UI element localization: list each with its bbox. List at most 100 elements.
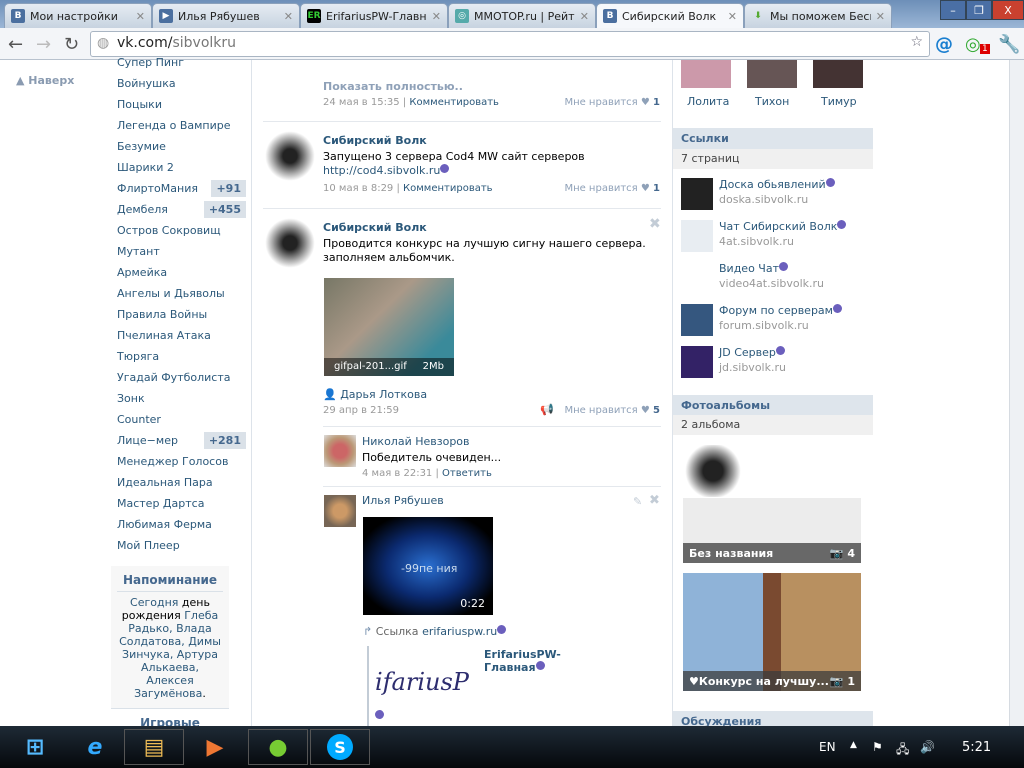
- reply-link[interactable]: Ответить: [442, 468, 492, 479]
- wolf-avatar[interactable]: [265, 131, 315, 181]
- app-menu-item[interactable]: Мутант: [111, 241, 246, 262]
- flag-icon[interactable]: ⚑: [872, 740, 883, 754]
- like-button[interactable]: Мне нравится ♥ 1: [564, 97, 660, 108]
- close-tab-icon[interactable]: ✕: [136, 10, 145, 23]
- friend-name[interactable]: Лолита: [687, 95, 729, 108]
- scrollbar[interactable]: [1009, 60, 1024, 726]
- link-preview[interactable]: ErifariusPW-Главная ifariusP: [367, 646, 607, 726]
- like-button[interactable]: Мне нравится ♥ 5: [564, 405, 660, 416]
- notification-count[interactable]: +281: [203, 432, 246, 449]
- network-icon[interactable]: 🖧: [896, 740, 909, 761]
- link-name[interactable]: Видео Чат: [719, 262, 779, 275]
- app-menu-item[interactable]: Любимая Ферма: [111, 514, 246, 535]
- commenter-avatar[interactable]: [324, 495, 356, 527]
- link-name[interactable]: JD Сервер: [719, 346, 776, 359]
- app-menu-item[interactable]: Супер Пинг: [111, 52, 246, 73]
- app-menu-item[interactable]: Counter: [111, 409, 246, 430]
- app-menu-item[interactable]: Менеджер Голосов: [111, 451, 246, 472]
- close-tab-icon[interactable]: ✕: [728, 10, 737, 23]
- link-item[interactable]: Видео Чат video4at.sibvolk.ru: [681, 262, 871, 296]
- app-menu-item[interactable]: Тюряга: [111, 346, 246, 367]
- album-card[interactable]: ♥Конкурс на лучшу... 📷 1: [683, 573, 861, 691]
- comment-author[interactable]: Илья Рябушев: [362, 494, 444, 507]
- link-item[interactable]: JD Сервер jd.sibvolk.ru: [681, 346, 871, 380]
- post-link[interactable]: http://cod4.sibvolk.ru: [323, 164, 440, 177]
- language-indicator[interactable]: EN: [819, 740, 836, 754]
- comment-link[interactable]: Комментировать: [409, 97, 499, 108]
- commenter-avatar[interactable]: [324, 435, 356, 467]
- app-menu-item[interactable]: Мой Плеер: [111, 535, 246, 556]
- app-menu-item[interactable]: Шарики 2: [111, 157, 246, 178]
- link-name[interactable]: Форум по серверам: [719, 304, 833, 317]
- app-menu-item[interactable]: Лице−мер +281: [111, 430, 246, 451]
- preview-title[interactable]: ErifariusPW-Главная: [484, 648, 561, 674]
- wrench-icon[interactable]: 🔧: [998, 34, 1020, 55]
- app-menu-item[interactable]: Правила Войны: [111, 304, 246, 325]
- comment-author[interactable]: Николай Невзоров: [362, 435, 470, 448]
- mail-icon[interactable]: @: [935, 34, 953, 55]
- link-item[interactable]: Форум по серверам forum.sibvolk.ru: [681, 304, 871, 338]
- app-menu-item[interactable]: Идеальная Пара: [111, 472, 246, 493]
- link-item[interactable]: Чат Сибирский Волк 4at.sibvolk.ru: [681, 220, 871, 254]
- ie-icon[interactable]: e: [65, 729, 125, 765]
- delete-comment-icon[interactable]: ✖: [649, 493, 660, 508]
- album-card[interactable]: Без названия 📷 4: [683, 445, 861, 563]
- delete-post-icon[interactable]: ✖: [649, 216, 661, 232]
- friend-name[interactable]: Тихон: [755, 95, 789, 108]
- extension-icon[interactable]: ◎: [965, 34, 981, 55]
- app-icon[interactable]: ●: [248, 729, 308, 765]
- back-icon[interactable]: ←: [8, 34, 23, 55]
- star-icon[interactable]: ☆: [910, 34, 923, 50]
- friend-photo[interactable]: [747, 60, 797, 88]
- friend-photo[interactable]: [681, 60, 731, 88]
- app-menu-item[interactable]: Остров Сокровищ: [111, 220, 246, 241]
- app-menu-item[interactable]: Безумие: [111, 136, 246, 157]
- volume-icon[interactable]: 🔊: [920, 740, 935, 754]
- gif-attachment[interactable]: gifpal-201...gif 2Mb: [324, 278, 454, 376]
- tab-my-settings[interactable]: B Мои настройки ✕: [4, 3, 152, 28]
- media-player-icon[interactable]: ▶: [185, 729, 245, 765]
- notification-count[interactable]: +455: [203, 201, 246, 218]
- explorer-icon[interactable]: ▤: [124, 729, 184, 765]
- app-menu-item[interactable]: Дембеля +455: [111, 199, 246, 220]
- friend-name[interactable]: Тимур: [821, 95, 857, 108]
- app-menu-item[interactable]: Угадай Футболиста: [111, 367, 246, 388]
- app-menu-item[interactable]: Зонк: [111, 388, 246, 409]
- close-window-button[interactable]: X: [992, 0, 1024, 20]
- app-menu-item[interactable]: Поцыки: [111, 94, 246, 115]
- tab-erifarius[interactable]: ER ErifariusPW-Главн ✕: [300, 3, 448, 28]
- show-full-link[interactable]: Показать полностью..: [323, 80, 463, 93]
- post-author[interactable]: Сибирский Волк: [323, 221, 427, 234]
- start-button[interactable]: ⊞: [5, 729, 65, 765]
- link-item[interactable]: Доска обьявлений doska.sibvolk.ru: [681, 178, 871, 212]
- clock[interactable]: 5:21: [962, 740, 991, 755]
- close-tab-icon[interactable]: ✕: [284, 10, 293, 23]
- forward-icon[interactable]: →: [36, 34, 51, 55]
- app-menu-item[interactable]: Армейка: [111, 262, 246, 283]
- tab-mmotop[interactable]: ◎ MMOTOP.ru | Рейт ✕: [448, 3, 596, 28]
- wolf-avatar[interactable]: [265, 218, 315, 268]
- app-menu-item[interactable]: Легенда о Вампире: [111, 115, 246, 136]
- notification-count[interactable]: +91: [211, 180, 246, 197]
- tab-ilya[interactable]: ▶ Илья Рябушев ✕: [152, 3, 300, 28]
- tab-sibvolk[interactable]: B Сибирский Волк ✕: [596, 3, 744, 28]
- back-to-top[interactable]: ▲ Наверх: [16, 74, 74, 87]
- links-header[interactable]: Ссылки: [673, 128, 873, 149]
- app-menu-item[interactable]: ФлиртоМания +91: [111, 178, 246, 199]
- external-link[interactable]: erifariuspw.ru: [422, 625, 497, 638]
- comment-link[interactable]: Комментировать: [403, 183, 493, 194]
- maximize-button[interactable]: ❐: [966, 0, 992, 20]
- friend-photo[interactable]: [813, 60, 863, 88]
- albums-header[interactable]: Фотоальбомы: [673, 395, 873, 416]
- share-icon[interactable]: 📢: [540, 403, 554, 416]
- link-name[interactable]: Доска обьявлений: [719, 178, 826, 191]
- tab-help[interactable]: ⬇ Мы поможем Бесп ✕: [744, 3, 892, 28]
- close-tab-icon[interactable]: ✕: [432, 10, 441, 23]
- close-tab-icon[interactable]: ✕: [876, 10, 885, 23]
- edit-icon[interactable]: ✎: [633, 495, 642, 508]
- like-button[interactable]: Мне нравится ♥ 1: [564, 183, 660, 194]
- app-menu-item[interactable]: Войнушка: [111, 73, 246, 94]
- link-name[interactable]: Чат Сибирский Волк: [719, 220, 837, 233]
- show-hidden-icons[interactable]: ▲: [850, 740, 857, 750]
- app-menu-item[interactable]: Мастер Дартса: [111, 493, 246, 514]
